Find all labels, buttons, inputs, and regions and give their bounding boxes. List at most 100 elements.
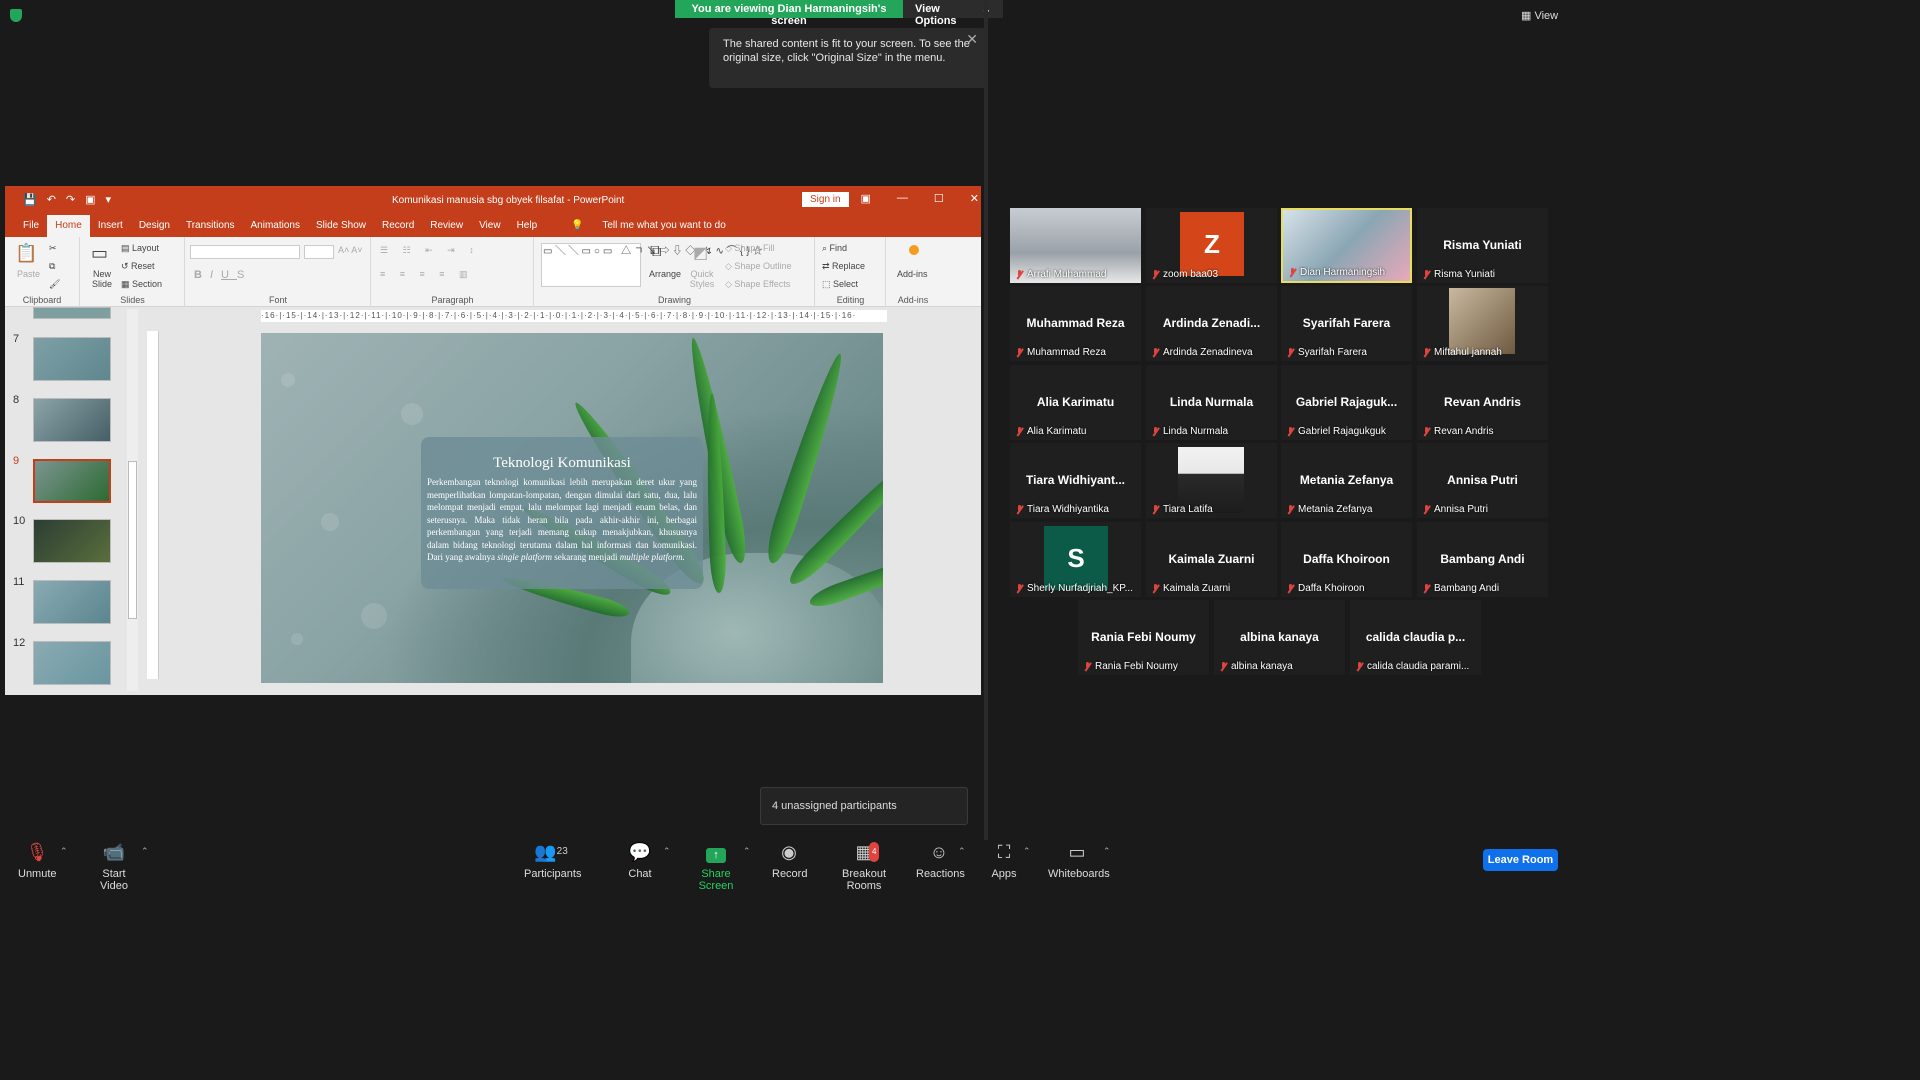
whiteboards-button[interactable]: ▭ Whiteboards (1048, 842, 1110, 880)
tab-transitions[interactable]: Transitions (178, 215, 243, 237)
video-options-caret-icon[interactable]: ⌃ (141, 846, 149, 857)
shapes-gallery[interactable]: ▭╲╲▭○▭ △ㄱ↘⇨⇩◇ ↯∿⌒{}☆ (541, 243, 763, 287)
participant-tile[interactable]: Rania Febi Noumy Rania Febi Noumy (1078, 600, 1209, 675)
participant-tile[interactable]: Gabriel Rajaguk... Gabriel Rajagukguk (1281, 365, 1412, 440)
replace-button[interactable]: ⇄ Replace (822, 261, 865, 272)
quick-access-toolbar[interactable]: 💾↶↷▣▾ (23, 193, 121, 206)
participant-tile[interactable]: Tiara Latifa (1146, 443, 1277, 518)
sign-in-button[interactable]: Sign in (802, 192, 849, 207)
participant-tile[interactable]: Tiara Widhiyant... Tiara Widhiyantika (1010, 443, 1141, 518)
participant-tile[interactable]: Alia Karimatu Alia Karimatu (1010, 365, 1141, 440)
alignment-buttons[interactable]: ≡ ≡ ≡ ≡ ▥ (380, 269, 474, 280)
share-screen-button[interactable]: ↑ Share Screen (686, 842, 746, 892)
participant-tile[interactable]: Syarifah Farera Syarifah Farera (1281, 286, 1412, 361)
start-video-button[interactable]: 📹 Start Video (88, 842, 140, 892)
tab-view[interactable]: View (471, 215, 509, 237)
slide-thumbnail-11[interactable] (33, 580, 111, 624)
participant-tile[interactable]: Revan Andris Revan Andris (1417, 365, 1548, 440)
tab-animations[interactable]: Animations (243, 215, 308, 237)
slide-thumbnail-12[interactable] (33, 641, 111, 685)
font-name-dropdown[interactable] (190, 245, 300, 259)
paste-icon[interactable]: 📋 (15, 243, 37, 264)
shape-outline-button[interactable]: ◇ Shape Outline (725, 261, 791, 272)
thumbnail-scrollbar[interactable] (127, 309, 138, 691)
participant-tile[interactable]: Miftahul jannah (1417, 286, 1548, 361)
close-window-icon[interactable]: ✕ (970, 192, 979, 205)
copy-icon[interactable]: ⧉ (49, 261, 55, 272)
slide-text-box[interactable]: Teknologi Komunikasi Perkembangan teknol… (421, 437, 703, 589)
share-options-caret-icon[interactable]: ⌃ (743, 846, 751, 857)
find-button[interactable]: ⌕ Find (822, 243, 847, 254)
record-button[interactable]: ◉ Record (772, 842, 807, 880)
shape-fill-button[interactable]: ◇ Shape Fill (725, 243, 774, 254)
slide-thumbnail-7[interactable] (33, 337, 111, 381)
reactions-button[interactable]: ☺ Reactions (916, 842, 965, 880)
view-options-button[interactable]: View Options ⌄ (903, 0, 1003, 27)
participant-tile[interactable]: S Sherly Nurfadjriah_KP... (1010, 522, 1141, 597)
shape-effects-button[interactable]: ◇ Shape Effects (725, 279, 790, 290)
slide-thumbnail-10[interactable] (33, 519, 111, 563)
apps-button[interactable]: ⛶ Apps (990, 842, 1018, 880)
chat-button[interactable]: 💬 Chat (626, 842, 654, 880)
participant-tile[interactable]: Zzoom baa03 (1146, 208, 1277, 283)
grow-font-icon[interactable]: A˄ A˅ (338, 245, 363, 255)
participant-tile[interactable]: Kaimala Zuarni Kaimala Zuarni (1146, 522, 1277, 597)
participant-tile[interactable]: albina kanaya albina kanaya (1214, 600, 1345, 675)
participant-tile[interactable]: Metania Zefanya Metania Zefanya (1281, 443, 1412, 518)
participant-tile[interactable]: Daffa Khoiroon Daffa Khoiroon (1281, 522, 1412, 597)
slide-thumbnail-9-selected[interactable] (33, 459, 111, 503)
format-painter-icon[interactable]: 🖌 (49, 279, 60, 290)
addins-icon[interactable] (909, 245, 919, 255)
shared-powerpoint-window[interactable]: 💾↶↷▣▾ Komunikasi manusia sbg obyek filsa… (5, 186, 981, 695)
font-format-buttons[interactable]: BIUS (194, 269, 252, 281)
tab-file[interactable]: File (15, 215, 47, 237)
section-button[interactable]: ▦ Section (121, 279, 162, 290)
current-slide[interactable]: Teknologi Komunikasi Perkembangan teknol… (261, 333, 883, 683)
tab-record[interactable]: Record (374, 215, 422, 237)
security-shield-icon[interactable] (10, 9, 22, 22)
close-icon[interactable]: ✕ (966, 32, 978, 46)
participant-tile[interactable]: Risma Yuniati Risma Yuniati (1417, 208, 1548, 283)
participant-tile[interactable]: calida claudia p... calida claudia parami… (1350, 600, 1481, 675)
slide-thumbnail-6[interactable] (33, 307, 111, 319)
tab-help[interactable]: Help (509, 215, 546, 237)
reset-button[interactable]: ↺ Reset (121, 261, 155, 272)
font-size-dropdown[interactable] (304, 245, 334, 259)
view-button[interactable]: ▦ View (1521, 9, 1558, 22)
tab-design[interactable]: Design (131, 215, 178, 237)
participant-tile[interactable]: Ardinda Zenadi... Ardinda Zenadineva (1146, 286, 1277, 361)
list-buttons[interactable]: ☰ ☷ ⇤ ⇥ ↕ (380, 245, 480, 256)
minimize-icon[interactable]: — (897, 192, 908, 205)
participant-tile[interactable]: Annisa Putri Annisa Putri (1417, 443, 1548, 518)
tab-slide-show[interactable]: Slide Show (308, 215, 374, 237)
addins-button[interactable]: Add-ins (897, 269, 928, 279)
panel-divider[interactable] (984, 0, 988, 840)
window-controls[interactable]: ▣ — ☐ ✕ (861, 192, 982, 205)
reactions-caret-icon[interactable]: ⌃ (958, 846, 966, 857)
tab-review[interactable]: Review (422, 215, 471, 237)
ribbon-display-icon[interactable]: ▣ (861, 192, 871, 205)
maximize-icon[interactable]: ☐ (934, 192, 944, 205)
slide-thumbnail-8[interactable] (33, 398, 111, 442)
whiteboards-caret-icon[interactable]: ⌃ (1103, 846, 1111, 857)
paste-label[interactable]: Paste (17, 269, 40, 279)
new-slide-icon[interactable]: ▭ (91, 243, 108, 264)
participant-tile[interactable]: Linda Nurmala Linda Nurmala (1146, 365, 1277, 440)
scrollbar-thumb[interactable] (128, 461, 137, 619)
layout-button[interactable]: ▤ Layout (121, 243, 159, 254)
slide-thumbnails-pane[interactable]: 7 8 9 10 11 12 (5, 307, 145, 695)
participants-button[interactable]: 👥23 Participants (524, 842, 581, 880)
audio-options-caret-icon[interactable]: ⌃ (60, 846, 68, 857)
participant-tile[interactable]: Muhammad Reza Muhammad Reza (1010, 286, 1141, 361)
arrange-button[interactable]: Arrange (649, 269, 681, 279)
quick-styles-button[interactable]: Quick Styles (687, 269, 717, 289)
unassigned-participants-notice[interactable]: 4 unassigned participants (760, 787, 968, 825)
chat-options-caret-icon[interactable]: ⌃ (663, 846, 671, 857)
leave-room-button[interactable]: Leave Room (1483, 849, 1558, 871)
quick-styles-icon[interactable]: ◩ (693, 243, 708, 263)
tell-me-search[interactable]: 💡 Tell me what you want to do (545, 215, 742, 237)
tab-home[interactable]: Home (47, 215, 90, 237)
tab-insert[interactable]: Insert (90, 215, 131, 237)
participant-tile[interactable]: Bambang Andi Bambang Andi (1417, 522, 1548, 597)
arrange-icon[interactable]: ⧉ (650, 243, 661, 261)
